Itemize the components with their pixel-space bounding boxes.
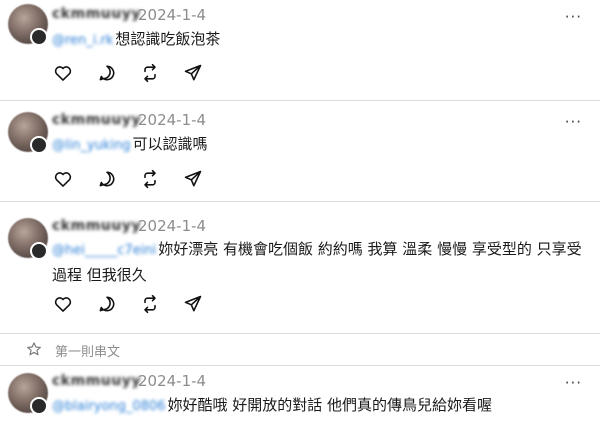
mention-link[interactable]: @ren_i.rk (52, 29, 113, 53)
post-date: 2024-1-4 (138, 217, 207, 235)
post-date: 2024-1-4 (138, 372, 207, 390)
username[interactable]: ckmmuuyy (52, 112, 141, 128)
share-button[interactable] (182, 168, 204, 190)
avatar-badge (30, 242, 48, 260)
post-content: @blairyong_0806 妳好酷哦 好開放的對話 他們真的傳鳥兒給妳看喔 (52, 393, 582, 419)
comment-icon (99, 296, 115, 312)
mention-link[interactable]: @lin_yuking (52, 134, 131, 158)
username[interactable]: ckmmuuyy (52, 373, 141, 389)
comment-button[interactable] (96, 293, 118, 315)
comment-button[interactable] (96, 62, 118, 84)
share-icon (184, 170, 202, 187)
repost-button[interactable] (139, 168, 161, 190)
repost-button[interactable] (139, 293, 161, 315)
post-content: @ren_i.rk 想認識吃飯泡茶 (52, 27, 582, 53)
comment-button[interactable] (96, 168, 118, 190)
post-actions (52, 168, 212, 190)
post: ckmmuuyy 2024-1-4 @hei_____c7eini 妳好漂亮 有機… (0, 201, 600, 333)
heart-icon (54, 172, 72, 187)
thread-label[interactable]: 第一則串文 (0, 336, 600, 364)
post-date: 2024-1-4 (138, 6, 207, 24)
more-icon[interactable]: ··· (565, 10, 582, 25)
heart-icon (54, 66, 72, 81)
post-actions (52, 62, 212, 84)
share-icon (184, 295, 202, 312)
share-icon (184, 64, 202, 81)
post-content: @lin_yuking 可以認識嗎 (52, 132, 582, 158)
post-text: 妳好酷哦 好開放的對話 他們真的傳鳥兒給妳看喔 (167, 396, 493, 414)
post-text: 可以認識嗎 (132, 135, 208, 153)
share-button[interactable] (182, 62, 204, 84)
star-icon (27, 342, 41, 356)
avatar-badge (30, 397, 48, 415)
mention-link[interactable]: @hei_____c7eini (52, 239, 156, 263)
avatar-badge (30, 28, 48, 46)
post: ckmmuuyy 2024-1-4 ··· @ren_i.rk 想認識吃飯泡茶 (0, 0, 600, 100)
avatar-badge (30, 136, 48, 154)
comment-icon (99, 65, 115, 81)
repost-icon (144, 169, 156, 189)
post-content: @hei_____c7eini 妳好漂亮 有機會吃個飯 約約嗎 我算 溫柔 慢慢 … (52, 237, 582, 287)
username[interactable]: ckmmuuyy (52, 6, 141, 22)
thread-label-text: 第一則串文 (55, 345, 121, 360)
more-icon[interactable]: ··· (565, 115, 582, 130)
more-icon[interactable]: ··· (565, 376, 582, 391)
post-actions (52, 293, 212, 315)
divider (0, 333, 600, 334)
mention-link[interactable]: @blairyong_0806 (52, 395, 166, 419)
comment-icon (99, 171, 115, 187)
post-date: 2024-1-4 (138, 111, 207, 129)
post: ckmmuuyy 2024-1-4 ··· @blairyong_0806 妳好酷… (0, 365, 600, 427)
like-button[interactable] (52, 62, 74, 84)
post-text: 想認識吃飯泡茶 (115, 30, 221, 48)
username[interactable]: ckmmuuyy (52, 218, 141, 234)
repost-button[interactable] (139, 62, 161, 84)
like-button[interactable] (52, 293, 74, 315)
like-button[interactable] (52, 168, 74, 190)
repost-icon (144, 63, 156, 83)
post: ckmmuuyy 2024-1-4 ··· @lin_yuking 可以認識嗎 (0, 100, 600, 201)
share-button[interactable] (182, 293, 204, 315)
heart-icon (54, 297, 72, 312)
repost-icon (144, 294, 156, 314)
